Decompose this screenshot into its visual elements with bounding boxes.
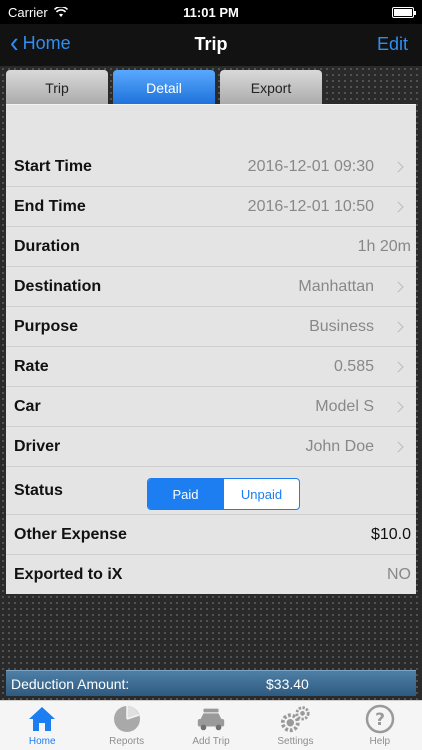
tab-settings[interactable]: Settings: [253, 701, 337, 750]
tab-label: Home: [28, 736, 56, 747]
detail-panel: Start Time 2016-12-01 09:30 End Time 201…: [6, 104, 416, 594]
row-value: Manhattan: [298, 277, 374, 295]
chevron-right-icon: [392, 280, 404, 293]
tab-home[interactable]: Home: [0, 701, 84, 750]
row-value: 1h 20m: [357, 237, 411, 255]
row-car[interactable]: Car Model S: [6, 387, 416, 427]
row-label: Destination: [14, 277, 102, 295]
tab-help[interactable]: ? Help: [338, 701, 422, 750]
tab-reports[interactable]: Reports: [84, 701, 168, 750]
deduction-label: Deduction Amount:: [11, 675, 130, 692]
row-label: Purpose: [14, 317, 79, 335]
row-other-expense: Other Expense $10.0: [6, 515, 416, 555]
chevron-right-icon: [392, 440, 404, 453]
chevron-right-icon: [392, 360, 404, 373]
tab-label: Help: [369, 736, 391, 747]
gears-icon: [279, 704, 311, 734]
help-icon: ?: [364, 704, 396, 734]
tab-label: Add Trip: [192, 736, 230, 747]
deduction-value: $33.40: [266, 675, 309, 692]
row-label: Start Time: [14, 157, 92, 175]
row-duration: Duration 1h 20m: [6, 227, 416, 267]
car-icon: [195, 704, 227, 734]
row-value: Model S: [315, 397, 374, 415]
page-title: Trip: [194, 34, 228, 54]
chevron-right-icon: [392, 400, 404, 413]
row-rate[interactable]: Rate 0.585: [6, 347, 416, 387]
row-value: 2016-12-01 09:30: [247, 157, 374, 175]
tab-label: Reports: [109, 736, 145, 747]
edit-button[interactable]: Edit: [377, 34, 408, 55]
battery-icon: [392, 6, 416, 18]
tab-label: Settings: [277, 736, 314, 747]
status-unpaid-option[interactable]: Unpaid: [223, 479, 299, 509]
status-segmented-control: Paid Unpaid: [147, 478, 300, 510]
row-label: Driver: [14, 437, 61, 455]
row-label: Status: [14, 481, 63, 499]
row-label: Exported to iX: [14, 566, 123, 583]
chevron-right-icon: [392, 160, 404, 173]
row-label: Rate: [14, 357, 49, 375]
status-bar: Carrier 11:01 PM: [0, 0, 422, 24]
tab-detail[interactable]: Detail: [113, 70, 215, 106]
row-value: $10.0: [370, 525, 411, 543]
carrier-label: Carrier: [8, 4, 48, 20]
row-value: 2016-12-01 10:50: [247, 197, 374, 215]
row-end-time[interactable]: End Time 2016-12-01 10:50: [6, 187, 416, 227]
row-exported: Exported to iX NO: [6, 555, 416, 595]
tab-bar: Home Reports Add Trip Settings ? Help: [0, 700, 422, 750]
row-value: Business: [309, 317, 374, 335]
home-icon: [26, 704, 58, 734]
row-value: 0.585: [333, 357, 374, 375]
row-label: Other Expense: [14, 525, 127, 543]
pie-chart-icon: [111, 704, 143, 734]
row-label: Car: [14, 397, 41, 415]
row-label: End Time: [14, 197, 86, 215]
segment-tabs: Trip Detail Export: [6, 70, 322, 106]
svg-text:?: ?: [375, 710, 385, 730]
navigation-bar: ‹ Home Trip Edit: [0, 24, 422, 66]
chevron-right-icon: [392, 320, 404, 333]
status-left: Carrier: [8, 5, 68, 20]
status-paid-option[interactable]: Paid: [148, 479, 223, 509]
row-value: NO: [387, 566, 411, 583]
tab-trip[interactable]: Trip: [6, 70, 108, 106]
row-purpose[interactable]: Purpose Business: [6, 307, 416, 347]
deduction-bar: Deduction Amount: $33.40: [6, 670, 416, 696]
row-label: Duration: [14, 237, 80, 255]
tab-add-trip[interactable]: Add Trip: [169, 701, 253, 750]
row-start-time[interactable]: Start Time 2016-12-01 09:30: [6, 147, 416, 187]
tab-export[interactable]: Export: [220, 70, 322, 106]
row-driver[interactable]: Driver John Doe: [6, 427, 416, 467]
row-destination[interactable]: Destination Manhattan: [6, 267, 416, 307]
chevron-right-icon: [392, 200, 404, 213]
row-value: John Doe: [305, 437, 375, 455]
wifi-icon: [53, 6, 68, 17]
